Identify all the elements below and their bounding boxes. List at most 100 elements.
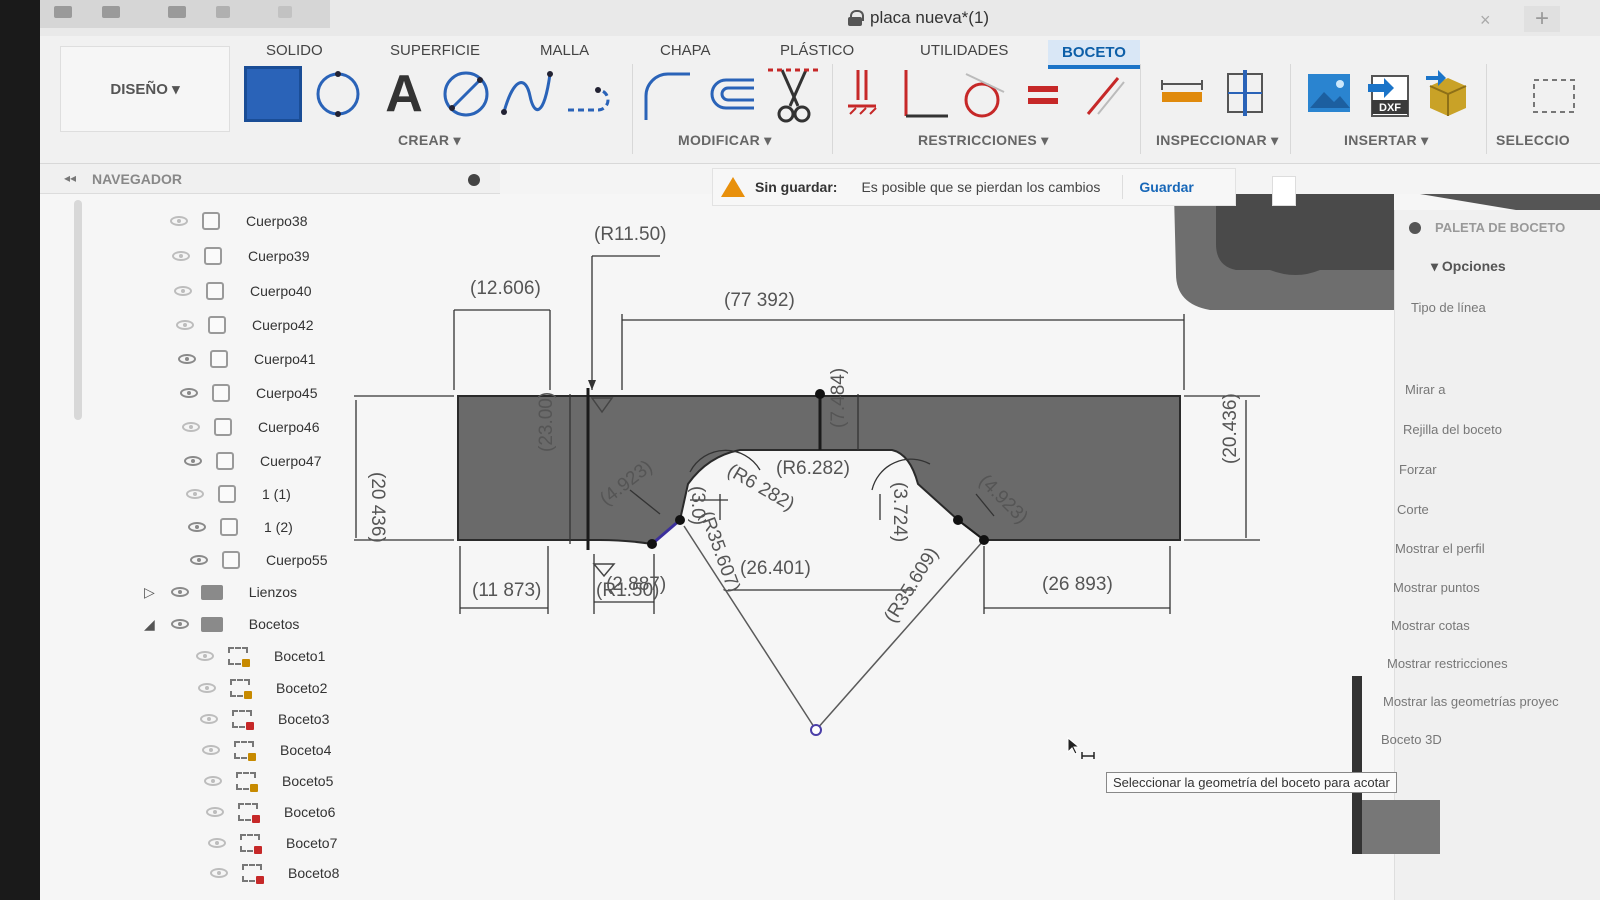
- visibility-eye-icon[interactable]: [206, 807, 224, 817]
- navigator-body-item[interactable]: Cuerpo38: [170, 206, 308, 236]
- construction-line-right[interactable]: [815, 539, 985, 731]
- navigator-sketch-item[interactable]: Boceto7: [208, 828, 337, 858]
- palette-item-show-projected[interactable]: Mostrar las geometrías proyec: [1383, 694, 1559, 709]
- group-inspeccionar[interactable]: INSPECCIONAR ▾: [1156, 132, 1278, 149]
- save-button[interactable]: Guardar: [1122, 175, 1209, 199]
- dimension-label[interactable]: (20.436): [1220, 393, 1241, 464]
- navigator-sketch-item[interactable]: Boceto5: [204, 766, 333, 796]
- tab-solido[interactable]: SOLIDO: [252, 38, 337, 63]
- palette-item-snap[interactable]: Forzar: [1399, 462, 1437, 477]
- visibility-eye-icon[interactable]: [196, 651, 214, 661]
- visibility-eye-icon[interactable]: [170, 619, 189, 629]
- fillet-tool-icon[interactable]: [640, 66, 700, 126]
- dimension-label[interactable]: (3.0): [687, 486, 708, 525]
- navigator-body-item[interactable]: Cuerpo41: [178, 344, 316, 374]
- visibility-eye-icon[interactable]: [200, 714, 218, 724]
- palette-item-slice[interactable]: Corte: [1397, 502, 1429, 517]
- navigator-body-item[interactable]: Cuerpo45: [180, 378, 318, 408]
- construction-line-left[interactable]: [683, 525, 817, 731]
- new-tab-button[interactable]: +: [1524, 6, 1560, 32]
- circle-tool-icon[interactable]: [310, 66, 370, 126]
- visibility-eye-icon[interactable]: [180, 388, 198, 398]
- undo-icon[interactable]: [216, 6, 230, 18]
- palette-item-show-constraints[interactable]: Mostrar restricciones: [1387, 656, 1508, 671]
- save-icon[interactable]: [168, 6, 186, 18]
- insert-image-icon[interactable]: [1306, 66, 1366, 126]
- dimension-label[interactable]: (23.00): [536, 392, 557, 452]
- palette-options-section[interactable]: ▾ Opciones: [1431, 258, 1506, 275]
- perpendicular-constraint-icon[interactable]: [898, 66, 958, 126]
- parallel-constraint-icon[interactable]: [1076, 66, 1136, 126]
- sketch-point-apex[interactable]: [810, 724, 822, 736]
- visibility-eye-icon[interactable]: [208, 838, 226, 848]
- visibility-eye-icon[interactable]: [176, 320, 194, 330]
- navigator-body-item[interactable]: 1 (2): [188, 512, 293, 542]
- tab-malla[interactable]: MALLA: [526, 38, 603, 63]
- navigator-body-item[interactable]: Cuerpo46: [182, 412, 320, 442]
- palette-item-look-at[interactable]: Mirar a: [1405, 382, 1445, 397]
- navigator-body-item[interactable]: Cuerpo40: [174, 276, 312, 306]
- tab-utilidades[interactable]: UTILIDADES: [906, 38, 1022, 63]
- palette-item-show-dimensions[interactable]: Mostrar cotas: [1391, 618, 1470, 633]
- navigator-sketch-item[interactable]: Boceto8: [210, 858, 339, 888]
- palette-item-line-type[interactable]: Tipo de línea: [1411, 300, 1486, 315]
- redo-icon[interactable]: [278, 6, 292, 18]
- group-insertar[interactable]: INSERTAR ▾: [1344, 132, 1428, 149]
- file-icon[interactable]: [102, 6, 120, 18]
- sketch-point[interactable]: [979, 535, 989, 545]
- navigator-sketch-item[interactable]: Boceto6: [206, 797, 335, 827]
- navigator-sketch-item[interactable]: Boceto3: [200, 704, 329, 734]
- visibility-eye-icon[interactable]: [188, 522, 206, 532]
- tangent-constraint-icon[interactable]: [956, 66, 1016, 126]
- dimension-label[interactable]: (R6.282): [776, 458, 850, 479]
- sketch-point[interactable]: [647, 539, 657, 549]
- palette-item-sketch-grid[interactable]: Rejilla del boceto: [1403, 422, 1502, 437]
- finish-sketch-button[interactable]: [1272, 176, 1296, 206]
- group-seleccionar[interactable]: SELECCIO: [1496, 132, 1570, 148]
- insert-dxf-icon[interactable]: DXF: [1366, 66, 1426, 126]
- sketch-point[interactable]: [815, 389, 825, 399]
- text-tool-icon[interactable]: A: [376, 66, 436, 126]
- sketch-point[interactable]: [675, 515, 685, 525]
- navigator-folder[interactable]: ◢ Bocetos: [144, 609, 299, 639]
- fix-constraint-icon[interactable]: [840, 66, 900, 126]
- dimension-label[interactable]: (12.606): [470, 278, 541, 299]
- palette-item-show-points[interactable]: Mostrar puntos: [1393, 580, 1480, 595]
- navigator-sketch-item[interactable]: Boceto4: [202, 735, 331, 765]
- spline-tool-icon[interactable]: [500, 66, 560, 126]
- insert-mesh-icon[interactable]: [1424, 66, 1484, 126]
- group-modificar[interactable]: MODIFICAR ▾: [678, 132, 772, 149]
- dimension-label[interactable]: (R35.609): [880, 544, 943, 627]
- group-restricciones[interactable]: RESTRICCIONES ▾: [918, 132, 1049, 149]
- select-tool-icon[interactable]: [1530, 66, 1590, 126]
- workspace-switcher-button[interactable]: DISEÑO ▾: [60, 46, 230, 132]
- visibility-eye-icon[interactable]: [186, 489, 204, 499]
- visibility-eye-icon[interactable]: [198, 683, 216, 693]
- navigator-sketch-item[interactable]: Boceto2: [198, 673, 327, 703]
- visibility-eye-icon[interactable]: [178, 354, 196, 364]
- navigator-options-icon[interactable]: [468, 174, 480, 186]
- rectangle-tool-icon[interactable]: [244, 66, 304, 126]
- dimension-label[interactable]: (R1.50): [596, 580, 659, 601]
- dimension-label[interactable]: (26 893): [1042, 574, 1113, 595]
- group-crear[interactable]: CREAR ▾: [398, 132, 461, 149]
- visibility-eye-icon[interactable]: [202, 745, 220, 755]
- tab-boceto[interactable]: BOCETO: [1048, 40, 1140, 69]
- visibility-eye-icon[interactable]: [172, 251, 190, 261]
- slot-tool-icon[interactable]: [562, 66, 622, 126]
- navigator-body-item[interactable]: Cuerpo39: [172, 241, 310, 271]
- collapse-icon[interactable]: ◢: [144, 616, 155, 633]
- navigator-body-item[interactable]: 1 (1): [186, 479, 291, 509]
- visibility-eye-icon[interactable]: [190, 555, 208, 565]
- equal-constraint-icon[interactable]: [1020, 66, 1080, 126]
- visibility-eye-icon[interactable]: [184, 456, 202, 466]
- point-tool-icon[interactable]: [438, 66, 498, 126]
- dimension-label[interactable]: (R11.50): [594, 224, 667, 245]
- visibility-eye-icon[interactable]: [204, 776, 222, 786]
- visibility-eye-icon[interactable]: [210, 868, 228, 878]
- dimension-label[interactable]: (3.724): [889, 482, 910, 542]
- visibility-eye-icon[interactable]: [170, 216, 188, 226]
- collapse-icon[interactable]: ◂◂: [64, 171, 76, 185]
- measure-tool-icon[interactable]: [1158, 66, 1218, 126]
- tab-plastico[interactable]: PLÁSTICO: [766, 38, 868, 63]
